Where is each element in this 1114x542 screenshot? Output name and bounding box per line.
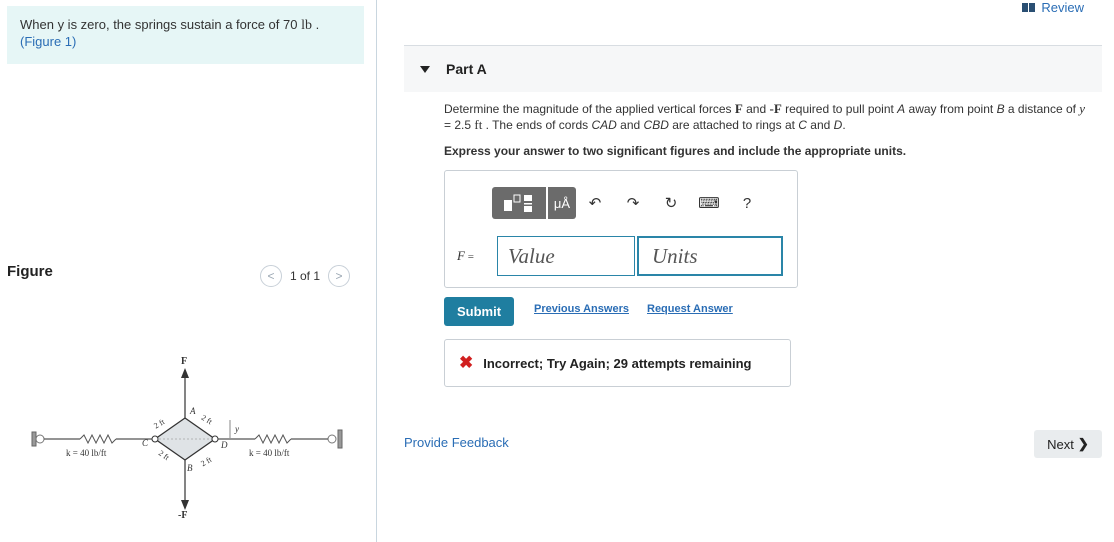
units-input[interactable]: Units	[637, 236, 783, 276]
left-spring	[79, 433, 117, 445]
point-b-label: B	[187, 463, 193, 473]
top-force-label: F	[181, 356, 187, 367]
reset-button[interactable]: ↻	[652, 187, 690, 219]
collapse-caret-icon[interactable]	[420, 65, 430, 73]
templates-icon	[504, 194, 532, 212]
redo-button[interactable]: ↷	[614, 187, 652, 219]
provide-feedback-link[interactable]: Provide Feedback	[404, 435, 509, 450]
part-a-header[interactable]: Part A	[404, 45, 1102, 92]
previous-answers-link[interactable]: Previous Answers	[534, 303, 629, 315]
left-support	[31, 431, 45, 447]
next-figure-button[interactable]: >	[328, 265, 351, 287]
figure-pager: < 1 of 1 >	[260, 265, 351, 287]
value-input[interactable]: Value	[497, 236, 635, 276]
figure-link[interactable]: (Figure 1)	[20, 34, 351, 50]
left-spring-label: k = 40 lb/ft	[66, 448, 107, 458]
next-button[interactable]: Next ❯	[1034, 430, 1102, 458]
feedback-message: ✖ Incorrect; Try Again; 29 attempts rema…	[444, 339, 791, 387]
answer-instruction: Express your answer to two significant f…	[444, 144, 907, 158]
feedback-text: Incorrect; Try Again; 29 attempts remain…	[483, 355, 752, 371]
right-spring-label: k = 40 lb/ft	[249, 448, 290, 458]
math-toolbar: μÅ ↶ ↷ ↻ ⌨ ?	[492, 187, 766, 219]
reset-icon: ↻	[664, 195, 678, 212]
figure-page-indicator: 1 of 1	[290, 269, 321, 283]
right-support	[327, 429, 343, 449]
prev-figure-button[interactable]: <	[260, 265, 282, 287]
chevron-right-icon: ❯	[1077, 436, 1089, 451]
templates-button[interactable]	[492, 187, 546, 219]
help-icon: ?	[742, 194, 752, 212]
point-c-label: C	[142, 438, 149, 448]
keyboard-icon: ⌨	[698, 195, 720, 212]
incorrect-icon: ✖	[459, 353, 474, 372]
request-answer-link[interactable]: Request Answer	[647, 303, 733, 315]
review-label: Review	[1041, 0, 1084, 15]
dim-label-upper-left: 2 ft	[152, 417, 167, 431]
answer-variable-label: F =	[457, 248, 474, 263]
help-button[interactable]: ?	[728, 187, 766, 219]
problem-intro: When y is zero, the springs sustain a fo…	[7, 6, 364, 64]
submit-button[interactable]: Submit	[444, 297, 514, 326]
question-text: Determine the magnitude of the applied v…	[444, 101, 1086, 132]
dim-label-upper-right: 2 ft	[200, 413, 215, 427]
redo-icon: ↷	[626, 195, 640, 212]
point-a-label: A	[189, 406, 196, 416]
answer-box: μÅ ↶ ↷ ↻ ⌨ ? F = Value Units	[444, 170, 798, 288]
undo-icon: ↶	[588, 195, 602, 212]
review-link[interactable]: Review	[1022, 0, 1084, 15]
panel-divider	[376, 0, 377, 542]
figure-heading: Figure	[7, 263, 53, 280]
dim-label-lower-left: 2 ft	[157, 448, 172, 462]
right-spring	[254, 433, 292, 445]
book-icon	[1022, 3, 1036, 12]
units-button[interactable]: μÅ	[548, 187, 576, 219]
part-title: Part A	[446, 61, 487, 77]
dim-label-lower-right: 2 ft	[199, 455, 214, 469]
undo-button[interactable]: ↶	[576, 187, 614, 219]
units-icon: μÅ	[553, 195, 571, 211]
point-d-label: D	[220, 440, 228, 450]
next-label: Next	[1047, 436, 1074, 452]
keyboard-button[interactable]: ⌨	[690, 187, 728, 219]
dim-y-label: y	[234, 424, 239, 434]
spring-diagram: F -F k = 40 lb/ft k = 40 lb/ft A B C D 2…	[31, 356, 343, 520]
intro-text: When y is zero, the springs sustain a fo…	[20, 17, 320, 33]
bottom-force-label: -F	[178, 510, 187, 520]
